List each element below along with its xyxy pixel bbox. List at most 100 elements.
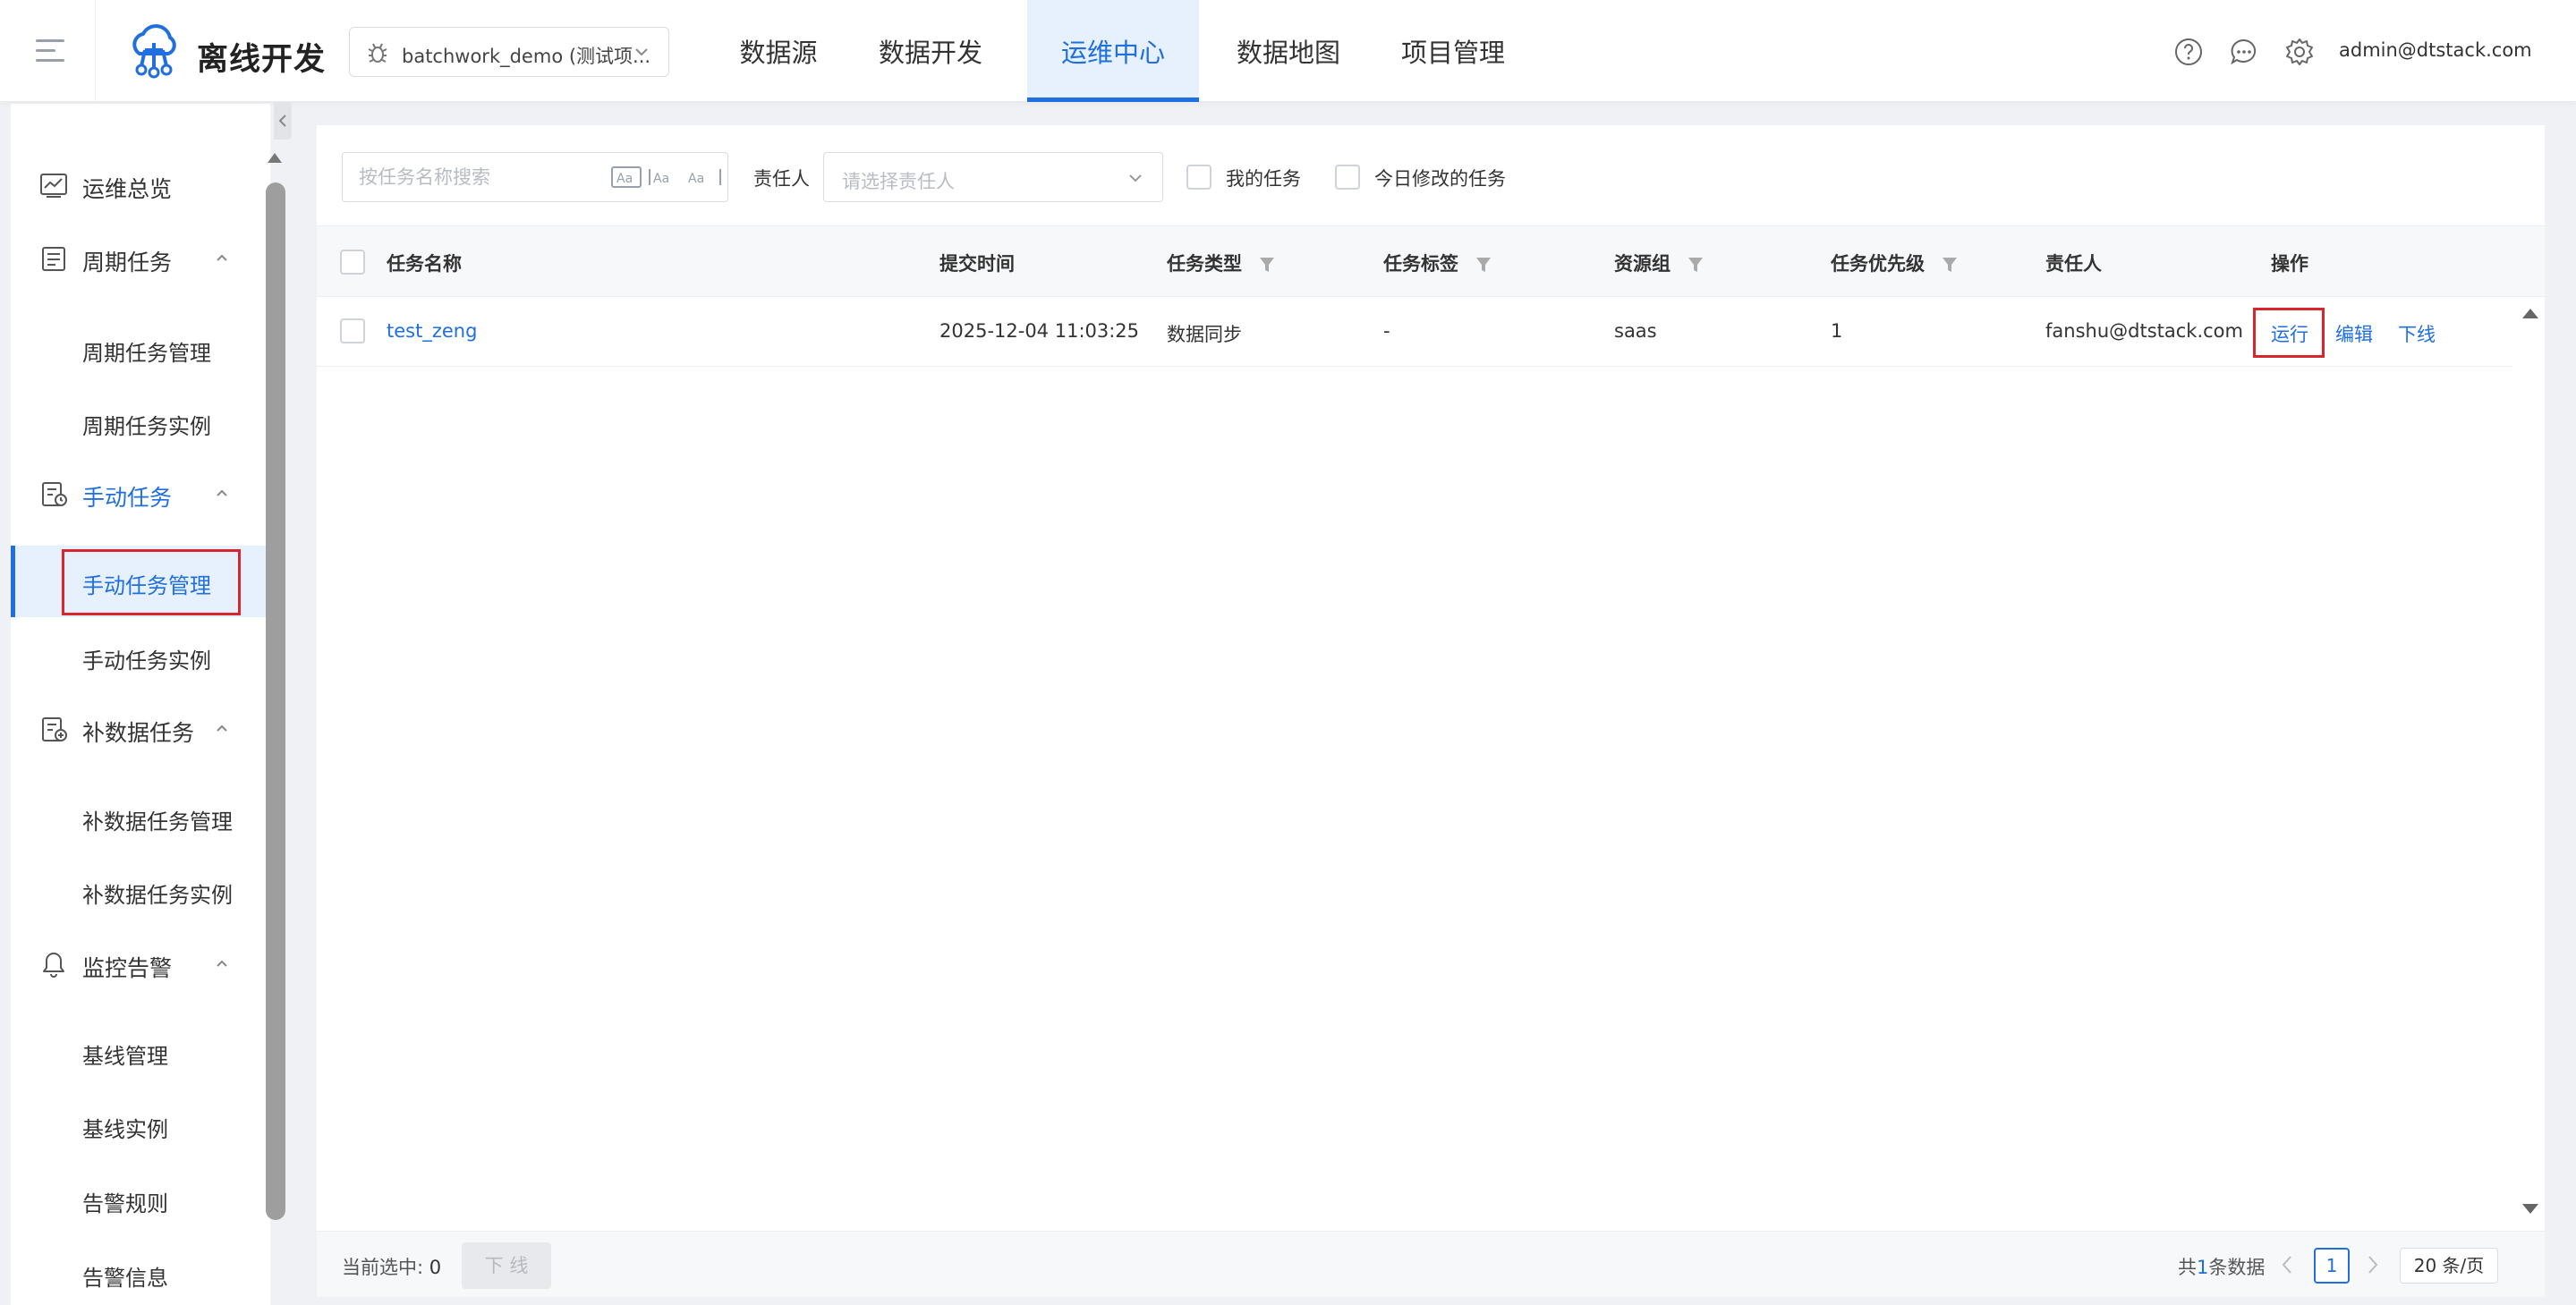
svg-text:Aa: Aa [688, 172, 704, 186]
nav-data-map[interactable]: 数据地图 [1217, 0, 1360, 102]
sidebar-item-baseline-instance[interactable]: 基线实例 [11, 1089, 270, 1161]
help-icon[interactable] [2174, 38, 2203, 66]
sidebar-group-backfill[interactable]: 补数据任务 [11, 701, 270, 755]
message-icon[interactable] [2230, 38, 2258, 66]
sidebar-item-baseline-mgmt[interactable]: 基线管理 [11, 1016, 270, 1088]
total-number: 1 [2197, 1257, 2209, 1278]
sidebar-item-periodic-mgmt[interactable]: 周期任务管理 [11, 313, 270, 385]
highlight-box [62, 549, 241, 615]
col-resource-group: 资源组 [1614, 250, 1704, 276]
selected-count-info: 当前选中: 0 [342, 1253, 441, 1280]
row-checkbox[interactable] [340, 318, 365, 343]
user-account[interactable]: admin@dtstack.com [2339, 39, 2532, 61]
menu-toggle-icon[interactable] [36, 39, 64, 63]
owner-select-placeholder: 请选择责任人 [842, 171, 955, 192]
sidebar-group-periodic[interactable]: 周期任务 [11, 231, 270, 284]
sidebar-group-manual[interactable]: 手动任务 [11, 466, 270, 520]
sidebar-group-monitor[interactable]: 监控告警 [11, 936, 270, 990]
today-modified-label[interactable]: 今日修改的任务 [1374, 165, 1506, 191]
sidebar-item-periodic-instance[interactable]: 周期任务实例 [11, 386, 270, 458]
col-priority: 任务优先级 [1831, 250, 1958, 276]
scroll-down-arrow-icon[interactable] [2521, 1202, 2539, 1216]
run-button[interactable]: 运行 [2271, 320, 2308, 347]
page-size-select[interactable]: 20 条/页 [2400, 1248, 2498, 1284]
task-tag: - [1383, 320, 1390, 342]
total-suffix: 条数据 [2208, 1257, 2266, 1278]
table-row: test_zeng 2025-12-04 11:03:25 数据同步 - saa… [317, 297, 2512, 367]
chevron-left-icon[interactable] [2278, 1251, 2296, 1278]
sidebar-collapse-button[interactable] [274, 102, 292, 140]
nav-ops-center[interactable]: 运维中心 [1027, 0, 1199, 102]
brand-title: 离线开发 [197, 42, 327, 78]
nav-data-dev[interactable]: 数据开发 [859, 0, 1002, 102]
nav-datasource[interactable]: 数据源 [716, 0, 841, 102]
edit-button[interactable]: 编辑 [2335, 320, 2373, 347]
sidebar-item-backfill-instance[interactable]: 补数据任务实例 [11, 855, 270, 927]
sidebar-item-manual-mgmt[interactable]: 手动任务管理 [11, 546, 270, 617]
col-owner: 责任人 [2045, 253, 2102, 275]
chevron-right-icon[interactable] [2364, 1251, 2382, 1278]
sidebar-item-backfill-mgmt[interactable]: 补数据任务管理 [11, 782, 270, 853]
filter-icon[interactable] [1942, 256, 1958, 274]
col-resource-group-label: 资源组 [1614, 253, 1671, 275]
bell-icon [43, 953, 64, 978]
svg-text:Aa: Aa [653, 172, 669, 186]
main-content: Aa Aa Aa 责任人 请选择责任人 我的任务 今日修改的任务 任务名称 提交… [317, 125, 2545, 1297]
today-modified-checkbox[interactable] [1335, 165, 1360, 190]
chevron-up-icon [217, 489, 227, 496]
task-name-link[interactable]: test_zeng [387, 320, 477, 342]
search-box[interactable]: Aa Aa Aa [342, 152, 728, 202]
offline-task-button[interactable]: 下线 [2398, 320, 2436, 347]
sidebar-item-ops-overview[interactable]: 运维总览 [11, 157, 270, 211]
nav-project-mgmt[interactable]: 项目管理 [1382, 0, 1525, 102]
sidebar-group-label: 周期任务 [82, 250, 173, 275]
sidebar-item-alert-info[interactable]: 告警信息 [11, 1238, 270, 1305]
project-select-value: batchwork_demo (测试项... [402, 46, 651, 67]
sidebar-item-label: 周期任务实例 [82, 414, 211, 439]
gear-icon[interactable] [2285, 38, 2314, 66]
sidebar-item-label: 告警规则 [82, 1191, 168, 1216]
chevron-up-icon [217, 960, 227, 967]
match-case-icon[interactable]: Aa [611, 165, 642, 190]
filter-icon[interactable] [1475, 256, 1492, 274]
owner-filter-label: 责任人 [753, 168, 810, 190]
chevron-down-icon [635, 48, 648, 56]
search-input[interactable] [359, 164, 591, 191]
my-tasks-label[interactable]: 我的任务 [1226, 165, 1301, 191]
table-footer: 当前选中: 0 下 线 共1条数据 1 20 条/页 [317, 1231, 2545, 1297]
task-submit-time: 2025-12-04 11:03:25 [939, 320, 1140, 342]
col-task-name: 任务名称 [387, 253, 462, 275]
page-number-current[interactable]: 1 [2314, 1248, 2350, 1284]
scroll-up-arrow-icon[interactable] [2521, 306, 2539, 320]
match-word-icon[interactable]: Aa [647, 165, 683, 190]
dashboard-icon [40, 174, 67, 198]
total-prefix: 共 [2178, 1257, 2197, 1278]
select-all-checkbox[interactable] [340, 250, 365, 275]
bug-icon [368, 43, 387, 63]
my-tasks-checkbox[interactable] [1186, 165, 1211, 190]
task-priority: 1 [1831, 320, 1843, 342]
col-task-type: 任务类型 [1167, 250, 1275, 276]
filter-icon[interactable] [1688, 256, 1704, 274]
filter-icon[interactable] [1259, 256, 1275, 274]
col-submit-time: 提交时间 [939, 253, 1015, 275]
task-type: 数据同步 [1167, 324, 1242, 345]
sidebar-item-manual-instance[interactable]: 手动任务实例 [11, 621, 270, 692]
batch-offline-button[interactable]: 下 线 [462, 1242, 551, 1289]
owner-select[interactable]: 请选择责任人 [823, 152, 1163, 202]
chevron-up-icon [217, 725, 227, 732]
sidebar: 运维总览 周期任务 周期任务管理 周期任务实例 手动任务 手动任务管理 手动任务 [11, 104, 270, 1305]
sidebar-item-alert-rules[interactable]: 告警规则 [11, 1164, 270, 1235]
selected-count: 0 [429, 1257, 442, 1278]
col-task-tag-label: 任务标签 [1383, 253, 1458, 275]
sidebar-group-label: 补数据任务 [82, 720, 195, 746]
chevron-down-icon [1129, 174, 1142, 182]
col-task-type-label: 任务类型 [1167, 253, 1242, 275]
sidebar-scroll-thumb[interactable] [266, 182, 285, 1220]
col-operations: 操作 [2271, 253, 2308, 275]
chevron-up-icon [217, 254, 227, 261]
regex-match-icon[interactable]: Aa [686, 165, 726, 190]
scroll-up-arrow-icon[interactable] [267, 150, 283, 165]
col-task-tag: 任务标签 [1383, 250, 1492, 276]
project-select[interactable]: batchwork_demo (测试项... [349, 27, 669, 77]
